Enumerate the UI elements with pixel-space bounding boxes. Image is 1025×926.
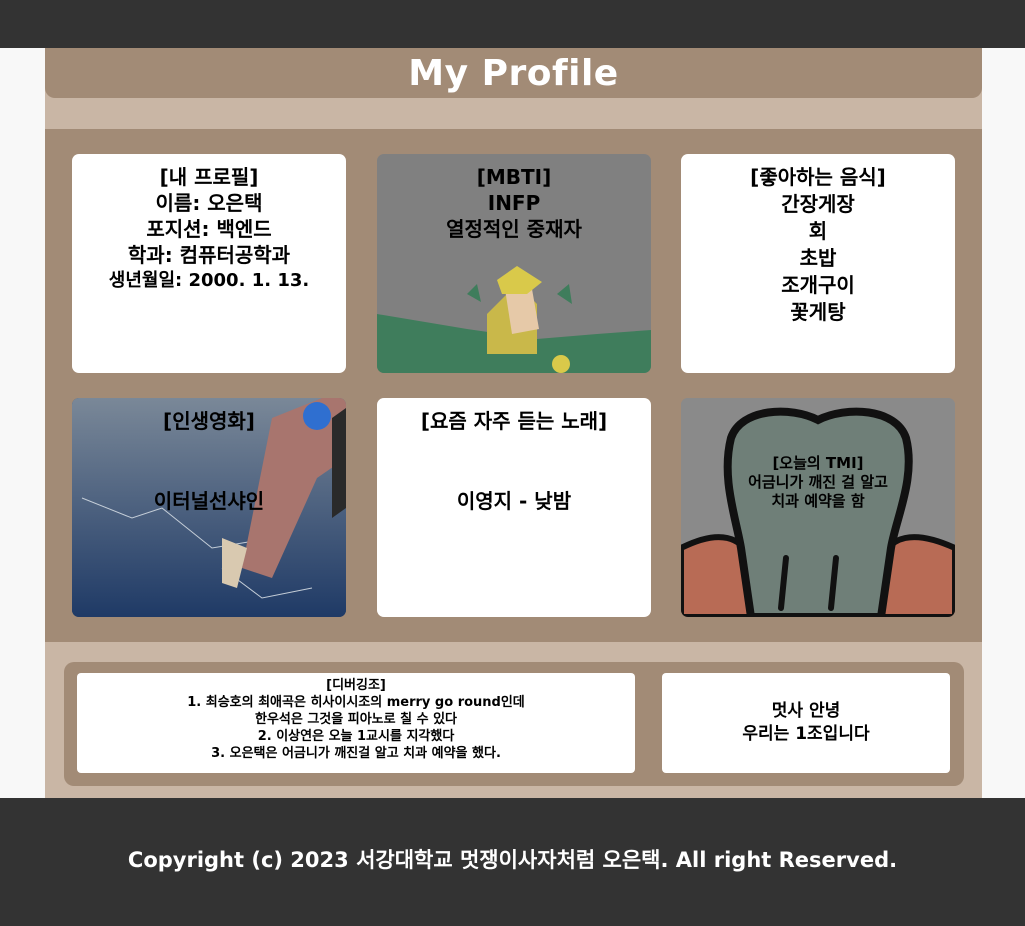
team-notice-box: [디버깅조] 1. 최승호의 최애곡은 히사이시조의 merry go roun… [77,673,635,773]
tmi-card: [오늘의 TMI] 어금니가 깨진 걸 알고 치과 예약을 함 [681,398,955,617]
page-footer: Copyright (c) 2023 서강대학교 멋쟁이사자처럼 오은택. Al… [0,798,1025,926]
mbti-card-title: [MBTI] [476,165,552,189]
song-name: 이영지 - 낮밤 [456,489,572,513]
top-bar [0,0,1025,48]
page-header: My Profile [45,48,982,98]
food-item: 초밥 [799,246,837,270]
greeting-box: 멋사 안녕 우리는 1조입니다 [662,673,950,773]
tmi-line: 어금니가 깨진 걸 알고 [748,473,888,491]
tmi-card-title: [오늘의 TMI] [772,454,864,472]
food-item: 꽃게탕 [790,300,846,324]
notice-line: 3. 오은택은 어금니가 깨진걸 알고 치과 예약을 했다. [211,746,501,761]
profile-card: [내 프로필] 이름: 오은택 포지션: 백엔드 학과: 컴퓨터공학과 생년월일… [72,154,346,373]
page-container: My Profile [내 프로필] 이름: 오은택 포지션: 백엔드 학과: … [45,48,982,798]
movie-name: 이터널선샤인 [153,489,265,513]
bottom-panel: [디버깅조] 1. 최승호의 최애곡은 히사이시조의 merry go roun… [64,662,964,786]
food-item: 회 [808,219,828,243]
profile-name: 이름: 오은택 [155,191,263,215]
song-card-title: [요즘 자주 듣는 노래] [420,409,608,433]
favorite-food-card: [좋아하는 음식] 간장게장 회 초밥 조개구이 꽃게탕 [681,154,955,373]
card-grid: [내 프로필] 이름: 오은택 포지션: 백엔드 학과: 컴퓨터공학과 생년월일… [45,129,982,642]
mbti-card: [MBTI] INFP 열정적인 중재자 [377,154,651,373]
food-item: 조개구이 [781,273,855,297]
greeting-line: 멋사 안녕 [771,701,841,721]
greeting-line: 우리는 1조입니다 [742,724,870,744]
profile-major: 학과: 컴퓨터공학과 [127,243,291,267]
notice-title: [디버깅조] [326,678,386,693]
movie-card-title: [인생영화] [163,409,255,433]
food-card-title: [좋아하는 음식] [750,165,886,189]
food-item: 간장게장 [781,192,855,216]
tmi-line: 치과 예약을 함 [771,492,865,510]
mbti-type: INFP [487,191,541,215]
notice-line: 2. 이상연은 오늘 1교시를 지각했다 [257,729,455,744]
profile-card-title: [내 프로필] [159,165,259,189]
mbti-description: 열정적인 중재자 [446,217,582,241]
page-title: My Profile [408,52,619,94]
song-card: [요즘 자주 듣는 노래] 이영지 - 낮밤 [377,398,651,617]
movie-card: [인생영화] 이터널선샤인 [72,398,346,617]
profile-birth: 생년월일: 2000. 1. 13. [108,270,310,291]
copyright-text: Copyright (c) 2023 서강대학교 멋쟁이사자처럼 오은택. Al… [127,848,898,872]
notice-line: 1. 최승호의 최애곡은 히사이시조의 merry go round인데 [187,695,525,710]
profile-position: 포지션: 백엔드 [146,217,272,241]
notice-line: 한우석은 그것을 피아노로 칠 수 있다 [254,712,458,727]
